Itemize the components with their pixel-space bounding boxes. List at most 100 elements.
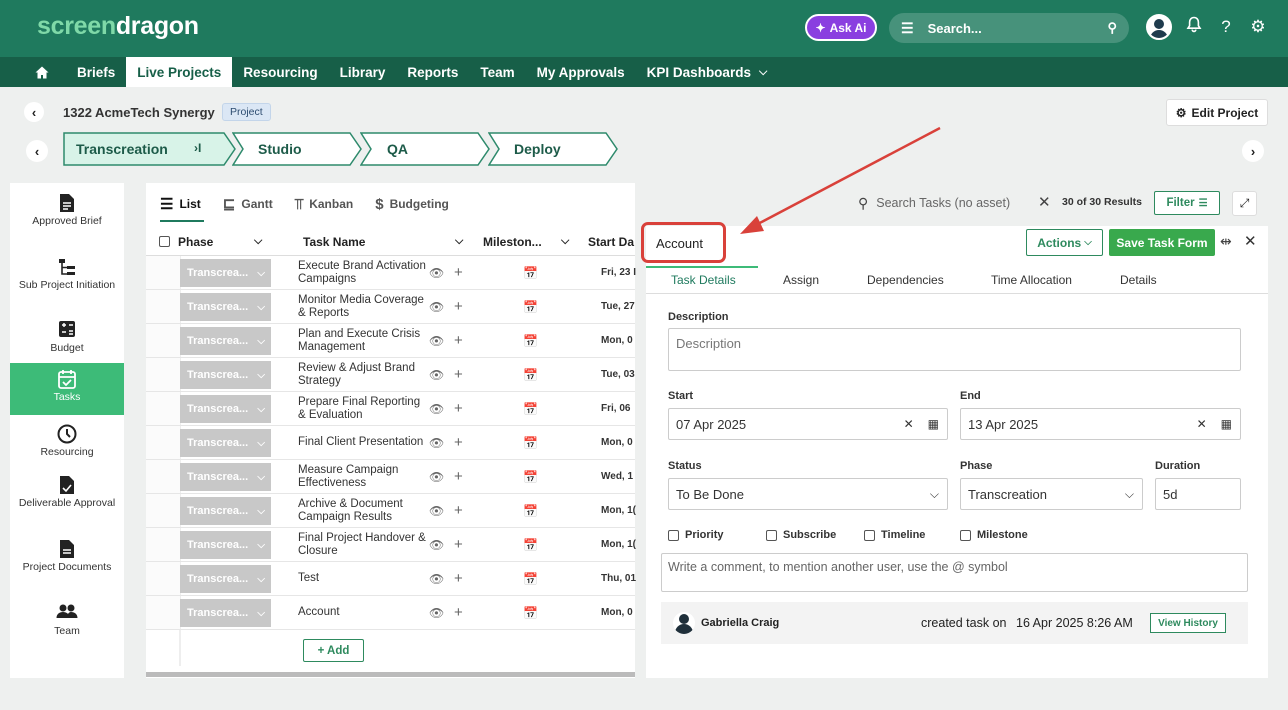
- timeline-checkbox[interactable]: Timeline: [864, 529, 960, 541]
- tab-time-allocation[interactable]: Time Allocation: [991, 273, 1072, 287]
- column-task-name[interactable]: Task Name: [303, 235, 365, 249]
- eye-icon[interactable]: 👁: [429, 402, 444, 416]
- sidebar-item-team[interactable]: Team: [10, 597, 124, 649]
- sidebar-item-tasks[interactable]: Tasks: [10, 363, 124, 415]
- calendar-icon[interactable]: 📅: [523, 266, 538, 280]
- calendar-icon[interactable]: 📅: [523, 606, 538, 620]
- priority-checkbox[interactable]: Priority: [668, 529, 766, 541]
- calendar-icon[interactable]: 📅: [523, 504, 538, 518]
- bell-icon[interactable]: [1184, 16, 1204, 38]
- eye-icon[interactable]: 👁: [429, 572, 444, 586]
- global-search-input[interactable]: Search...: [928, 21, 982, 36]
- screendragon-logo[interactable]: screendragon: [37, 12, 199, 41]
- phase-select[interactable]: Transcrea... ⌵: [180, 497, 271, 525]
- split-view-icon[interactable]: ⇹: [1220, 233, 1232, 250]
- phase-select[interactable]: Transcrea... ⌵: [180, 429, 271, 457]
- nav-reports[interactable]: Reports: [396, 57, 469, 87]
- table-row[interactable]: Transcrea... ⌵ Monitor Media Coverage & Re…: [146, 290, 635, 324]
- chevron-down-icon[interactable]: ⌵: [561, 235, 569, 248]
- nav-team[interactable]: Team: [469, 57, 525, 87]
- plus-icon[interactable]: +: [454, 264, 463, 281]
- phase-select[interactable]: Transcrea... ⌵: [180, 565, 271, 593]
- select-all-checkbox[interactable]: [159, 236, 170, 247]
- view-budgeting[interactable]: $ Budgeting: [375, 196, 449, 213]
- view-kanban[interactable]: ⫪ Kanban: [295, 196, 354, 213]
- phase-select[interactable]: Transcreation ⌵: [960, 478, 1143, 510]
- table-row[interactable]: Transcrea... ⌵ Prepare Final Reporting & E…: [146, 392, 635, 426]
- stage-transcreation[interactable]: Transcreation ›I: [63, 132, 236, 166]
- calendar-icon[interactable]: 📅: [523, 334, 538, 348]
- plus-icon[interactable]: +: [454, 298, 463, 315]
- phase-select[interactable]: Transcrea... ⌵: [180, 463, 271, 491]
- close-icon[interactable]: ✕: [1244, 232, 1257, 250]
- task-search-input[interactable]: Search Tasks (no asset): [876, 196, 1010, 210]
- column-start-date[interactable]: Start Da: [588, 235, 634, 249]
- phase-select[interactable]: Transcrea... ⌵: [180, 293, 271, 321]
- task-name[interactable]: Monitor Media Coverage & Reports: [298, 290, 428, 323]
- calendar-icon[interactable]: 📅: [523, 300, 538, 314]
- menu-icon[interactable]: ☰: [901, 20, 914, 37]
- column-phase[interactable]: Phase: [178, 235, 213, 249]
- clear-search-icon[interactable]: ✕: [1038, 193, 1051, 211]
- table-row[interactable]: Transcrea... ⌵ Measure Campaign Effectiven…: [146, 460, 635, 494]
- tab-assign[interactable]: Assign: [783, 273, 819, 287]
- duration-field[interactable]: 5d: [1155, 478, 1241, 510]
- task-name[interactable]: Execute Brand Activation Campaigns: [298, 256, 428, 289]
- task-name[interactable]: Review & Adjust Brand Strategy: [298, 358, 428, 391]
- filter-button[interactable]: Filter ☰: [1154, 191, 1220, 215]
- start-date-field[interactable]: 07 Apr 2025 ✕ ▦: [668, 408, 948, 440]
- plus-icon[interactable]: +: [454, 434, 463, 451]
- table-row[interactable]: Transcrea... ⌵ Account 👁 + 📅 Mon, 0: [146, 596, 635, 630]
- sidebar-item-project-documents[interactable]: Project Documents: [10, 533, 124, 585]
- ask-ai-button[interactable]: ✦ Ask Ai: [805, 14, 877, 41]
- expand-icon[interactable]: ⤢: [1232, 191, 1257, 216]
- milestone-checkbox[interactable]: Milestone: [960, 529, 1028, 541]
- edit-project-button[interactable]: ⚙ Edit Project: [1166, 99, 1268, 126]
- nav-my-approvals[interactable]: My Approvals: [526, 57, 636, 87]
- sidebar-item-budget[interactable]: Budget: [10, 314, 124, 366]
- eye-icon[interactable]: 👁: [429, 334, 444, 348]
- view-history-button[interactable]: View History: [1150, 613, 1226, 633]
- subscribe-checkbox[interactable]: Subscribe: [766, 529, 864, 541]
- tab-dependencies[interactable]: Dependencies: [867, 273, 944, 287]
- description-field[interactable]: Description: [668, 328, 1241, 371]
- stage-deploy[interactable]: Deploy: [488, 132, 620, 166]
- calendar-icon[interactable]: 📅: [523, 402, 538, 416]
- calendar-icon[interactable]: ▦: [1221, 417, 1232, 431]
- phase-select[interactable]: Transcrea... ⌵: [180, 531, 271, 559]
- plus-icon[interactable]: +: [454, 536, 463, 553]
- plus-icon[interactable]: +: [454, 502, 463, 519]
- plus-icon[interactable]: +: [454, 332, 463, 349]
- task-name[interactable]: Archive & Document Campaign Results: [298, 494, 428, 527]
- status-select[interactable]: To Be Done ⌵: [668, 478, 948, 510]
- phase-select[interactable]: Transcrea... ⌵: [180, 259, 271, 287]
- task-name[interactable]: Account: [298, 596, 428, 629]
- phase-select[interactable]: Transcrea... ⌵: [180, 599, 271, 627]
- comment-input[interactable]: Write a comment, to mention another user…: [661, 553, 1248, 592]
- eye-icon[interactable]: 👁: [429, 300, 444, 314]
- clear-icon[interactable]: ✕: [1197, 417, 1207, 431]
- nav-kpi-dashboards[interactable]: KPI Dashboards ⌵: [636, 57, 779, 87]
- table-row[interactable]: Transcrea... ⌵ Final Project Handover & Cl…: [146, 528, 636, 562]
- task-name[interactable]: Final Project Handover & Closure: [298, 528, 428, 561]
- stage-next-button[interactable]: ›: [1242, 140, 1264, 162]
- home-icon[interactable]: [28, 57, 56, 87]
- phase-select[interactable]: Transcrea... ⌵: [180, 395, 271, 423]
- nav-resourcing[interactable]: Resourcing: [232, 57, 328, 87]
- task-name[interactable]: Prepare Final Reporting & Evaluation: [298, 392, 428, 425]
- eye-icon[interactable]: 👁: [429, 538, 444, 552]
- plus-icon[interactable]: +: [454, 570, 463, 587]
- back-button[interactable]: ‹: [24, 102, 44, 122]
- clear-icon[interactable]: ✕: [904, 417, 914, 431]
- calendar-icon[interactable]: 📅: [523, 368, 538, 382]
- end-date-field[interactable]: 13 Apr 2025 ✕ ▦: [960, 408, 1241, 440]
- calendar-icon[interactable]: ▦: [928, 417, 939, 431]
- eye-icon[interactable]: 👁: [429, 470, 444, 484]
- plus-icon[interactable]: +: [454, 468, 463, 485]
- calendar-icon[interactable]: 📅: [523, 470, 538, 484]
- global-search[interactable]: ☰ Search... ⚲: [889, 13, 1129, 43]
- task-name[interactable]: Plan and Execute Crisis Management: [298, 324, 428, 357]
- eye-icon[interactable]: 👁: [429, 436, 444, 450]
- calendar-icon[interactable]: 📅: [523, 436, 538, 450]
- stage-studio[interactable]: Studio: [232, 132, 362, 166]
